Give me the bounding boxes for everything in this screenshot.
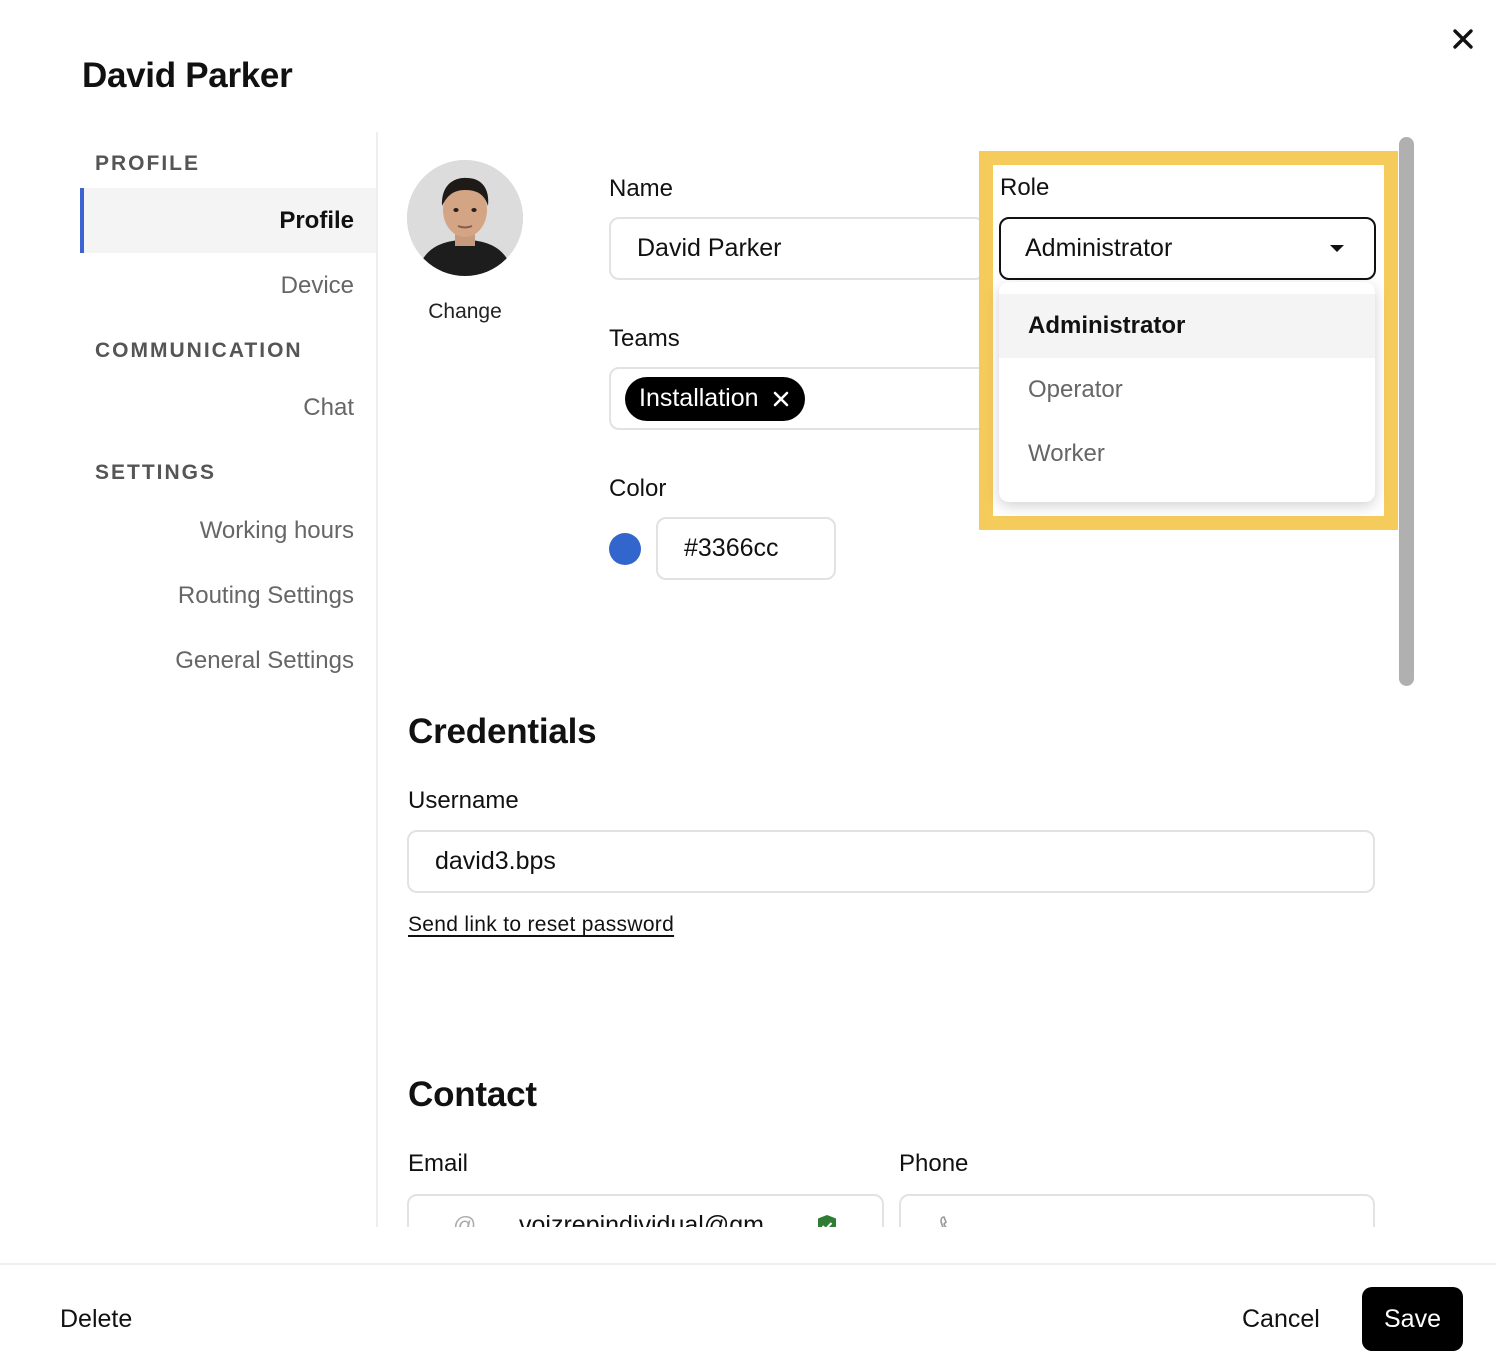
username-field[interactable]: david3.bps <box>407 830 1375 893</box>
page-title: David Parker <box>82 56 293 95</box>
phone-field[interactable] <box>899 1194 1375 1227</box>
contact-heading: Contact <box>408 1075 537 1114</box>
teams-label: Teams <box>609 325 680 352</box>
caret-down-icon <box>1330 245 1344 252</box>
team-chip-label: Installation <box>639 384 759 412</box>
sidebar-section-settings: SETTINGS <box>95 461 217 484</box>
reset-password-link[interactable]: Send link to reset password <box>408 913 674 937</box>
color-hex-field[interactable]: #3366cc <box>656 517 836 580</box>
sidebar-item-chat[interactable]: Chat <box>80 375 376 440</box>
sidebar-item-label: Device <box>280 271 354 299</box>
role-label: Role <box>1000 174 1050 201</box>
role-select[interactable]: Administrator <box>999 217 1376 280</box>
close-icon <box>1453 29 1473 49</box>
username-label: Username <box>408 787 519 814</box>
sidebar-section-profile: PROFILE <box>95 152 201 175</box>
phone-label: Phone <box>899 1150 969 1177</box>
avatar[interactable] <box>407 160 523 276</box>
content-scrollbar[interactable] <box>1399 137 1414 686</box>
sidebar-item-general-settings[interactable]: General Settings <box>80 628 376 693</box>
dialog-footer: Delete Cancel Save <box>0 1263 1496 1368</box>
person-photo-icon <box>407 160 523 276</box>
username-value: david3.bps <box>435 847 556 875</box>
sidebar-item-label: Working hours <box>199 516 354 544</box>
role-select-value: Administrator <box>1025 234 1173 262</box>
sidebar-item-label: Routing Settings <box>177 581 354 609</box>
email-label: Email <box>408 1150 469 1177</box>
cancel-button[interactable]: Cancel <box>1242 1305 1320 1334</box>
role-option-administrator[interactable]: Administrator <box>999 294 1375 358</box>
sidebar-item-label: General Settings <box>175 646 354 674</box>
sidebar-item-working-hours[interactable]: Working hours <box>80 498 376 563</box>
email-field[interactable]: @ voizrepindividual@gm <box>407 1194 884 1227</box>
credentials-heading: Credentials <box>408 712 597 751</box>
sidebar-item-label: Chat <box>303 393 354 421</box>
close-icon <box>773 391 788 406</box>
role-dropdown-menu: Administrator Operator Worker <box>999 282 1375 502</box>
settings-sidebar: PROFILE Profile Device COMMUNICATION Cha… <box>80 132 378 1227</box>
verified-shield-icon <box>818 1214 836 1227</box>
delete-button[interactable]: Delete <box>60 1305 132 1334</box>
close-button[interactable] <box>1446 22 1480 56</box>
color-hex-value: #3366cc <box>684 534 779 562</box>
name-label: Name <box>609 175 674 202</box>
teams-field[interactable]: Installation <box>609 367 1029 430</box>
save-button[interactable]: Save <box>1362 1287 1463 1351</box>
sidebar-item-label: Profile <box>279 206 354 234</box>
color-swatch[interactable] <box>609 533 641 565</box>
sidebar-item-routing-settings[interactable]: Routing Settings <box>80 563 376 628</box>
name-value: David Parker <box>637 234 782 262</box>
color-label: Color <box>609 475 667 502</box>
sidebar-section-communication: COMMUNICATION <box>95 339 303 362</box>
sidebar-item-device[interactable]: Device <box>80 253 376 318</box>
at-icon: @ <box>453 1212 477 1227</box>
sidebar-item-profile[interactable]: Profile <box>80 188 376 253</box>
role-option-operator[interactable]: Operator <box>999 358 1375 422</box>
team-chip-installation: Installation <box>625 376 805 421</box>
remove-team-button[interactable] <box>773 391 789 407</box>
phone-icon <box>940 1215 948 1227</box>
role-option-worker[interactable]: Worker <box>999 422 1375 486</box>
email-value: voizrepindividual@gm <box>519 1211 764 1227</box>
name-field[interactable]: David Parker <box>609 217 985 280</box>
change-avatar-link[interactable]: Change <box>405 300 525 324</box>
